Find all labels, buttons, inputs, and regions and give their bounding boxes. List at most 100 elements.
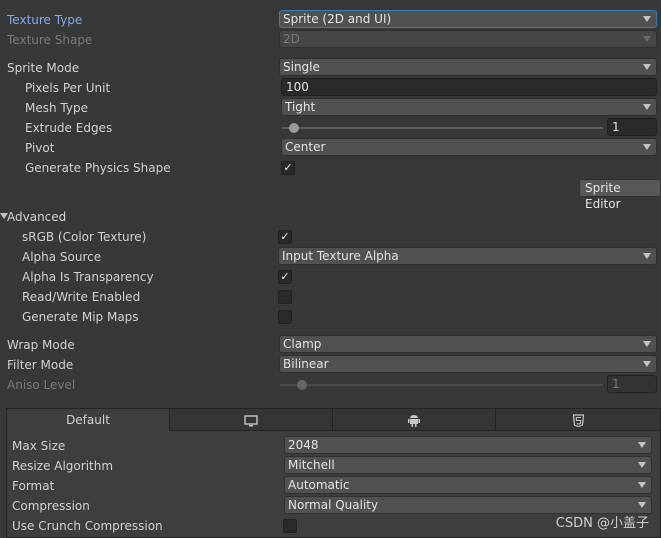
texture-shape-value: 2D [283,32,300,46]
srgb-checkbox[interactable]: ✓ [278,230,292,244]
resize-algorithm-row: Resize Algorithm Mitchell [0,456,661,476]
compression-value: Normal Quality [288,498,379,512]
html5-icon [572,414,584,428]
wrap-mode-value: Clamp [283,337,322,351]
android-icon [408,415,420,427]
alpha-is-transparency-checkbox[interactable]: ✓ [278,270,292,284]
texture-shape-dropdown: 2D [279,30,657,48]
wrap-mode-row: Wrap Mode Clamp [0,335,661,355]
srgb-row: sRGB (Color Texture) ✓ [0,227,661,247]
filter-mode-row: Filter Mode Bilinear [0,355,661,375]
format-value: Automatic [288,478,350,492]
extrude-edges-label: Extrude Edges [25,121,113,135]
sprite-editor-button[interactable]: Sprite Editor [579,179,661,211]
texture-type-dropdown[interactable]: Sprite (2D and UI) [279,10,657,28]
read-write-row: Read/Write Enabled [0,287,661,307]
pivot-label: Pivot [25,141,55,155]
texture-type-label: Texture Type [7,13,83,27]
alpha-is-transparency-label: Alpha Is Transparency [22,270,154,284]
advanced-foldout[interactable]: Advanced [0,207,661,227]
extrude-edges-row: Extrude Edges 1 [0,118,661,138]
format-label: Format [12,479,55,493]
chevron-down-icon [643,361,651,367]
alpha-is-transparency-row: Alpha Is Transparency ✓ [0,267,661,287]
srgb-label: sRGB (Color Texture) [22,230,147,244]
filter-mode-value: Bilinear [283,357,329,371]
mip-maps-label: Generate Mip Maps [22,310,139,324]
chevron-down-icon [643,253,651,259]
filter-mode-dropdown[interactable]: Bilinear [279,355,657,373]
pivot-row: Pivot Center [0,138,661,158]
chevron-down-icon [638,502,646,508]
pixels-per-unit-row: Pixels Per Unit 100 [0,78,661,98]
aniso-level-label: Aniso Level [7,378,76,392]
sprite-mode-dropdown[interactable]: Single [279,58,657,76]
alpha-source-value: Input Texture Alpha [282,249,399,263]
max-size-value: 2048 [288,438,319,452]
checkmark-icon: ✓ [280,270,290,283]
checkmark-icon: ✓ [283,161,293,174]
generate-physics-shape-row: Generate Physics Shape ✓ [0,158,661,178]
format-dropdown[interactable]: Automatic [284,476,652,494]
extrude-edges-slider-handle[interactable] [289,123,299,133]
tab-android[interactable] [333,409,496,431]
wrap-mode-label: Wrap Mode [7,338,75,352]
sprite-mode-row: Sprite Mode Single [0,58,661,78]
texture-shape-label: Texture Shape [7,33,93,47]
resize-algorithm-dropdown[interactable]: Mitchell [284,456,652,474]
tab-standalone[interactable] [170,409,333,431]
chevron-down-icon [643,104,651,110]
chevron-down-icon [643,144,651,150]
mip-maps-checkbox[interactable] [278,310,292,324]
chevron-down-icon [643,341,651,347]
pixels-per-unit-label: Pixels Per Unit [25,81,111,95]
aniso-level-slider [280,384,603,386]
mesh-type-value: Tight [285,100,316,114]
chevron-down-icon [643,16,651,22]
max-size-row: Max Size 2048 [0,436,661,456]
advanced-title: Advanced [7,210,67,224]
aniso-level-slider-handle [297,380,307,390]
max-size-label: Max Size [12,439,66,453]
extrude-edges-input[interactable]: 1 [607,118,657,136]
chevron-down-icon [638,482,646,488]
max-size-dropdown[interactable]: 2048 [284,436,652,454]
texture-shape-row: Texture Shape 2D [0,30,661,50]
generate-physics-shape-label: Generate Physics Shape [25,161,171,175]
aniso-level-input: 1 [607,375,657,393]
pivot-value: Center [285,140,326,154]
sprite-mode-label: Sprite Mode [7,61,80,75]
mip-maps-row: Generate Mip Maps [0,307,661,327]
generate-physics-shape-checkbox[interactable]: ✓ [281,161,295,175]
wrap-mode-dropdown[interactable]: Clamp [279,335,657,353]
read-write-checkbox[interactable] [278,290,292,304]
crunch-label: Use Crunch Compression [12,519,163,533]
extrude-edges-slider[interactable] [282,127,603,129]
chevron-down-icon [643,36,651,42]
texture-type-value: Sprite (2D and UI) [283,12,392,26]
monitor-icon [244,414,258,426]
alpha-source-label: Alpha Source [22,250,102,264]
checkmark-icon: ✓ [280,230,290,243]
mesh-type-row: Mesh Type Tight [0,98,661,118]
tab-default[interactable]: Default [7,409,170,431]
tab-default-label: Default [66,413,110,427]
alpha-source-dropdown[interactable]: Input Texture Alpha [278,247,657,265]
format-row: Format Automatic [0,476,661,496]
filter-mode-label: Filter Mode [7,358,74,372]
chevron-down-icon [638,462,646,468]
tab-webgl[interactable] [496,409,660,431]
read-write-label: Read/Write Enabled [22,290,141,304]
pixels-per-unit-input[interactable]: 100 [281,78,657,96]
sprite-mode-value: Single [283,60,320,74]
mesh-type-label: Mesh Type [25,101,88,115]
crunch-checkbox[interactable] [283,519,297,533]
mesh-type-dropdown[interactable]: Tight [281,98,657,116]
alpha-source-row: Alpha Source Input Texture Alpha [0,247,661,267]
chevron-down-icon [643,64,651,70]
watermark: CSDN @小盖子 [555,516,649,531]
pivot-dropdown[interactable]: Center [281,138,657,156]
resize-algorithm-value: Mitchell [288,458,335,472]
resize-algorithm-label: Resize Algorithm [12,459,114,473]
aniso-level-row: Aniso Level 1 [0,375,661,395]
